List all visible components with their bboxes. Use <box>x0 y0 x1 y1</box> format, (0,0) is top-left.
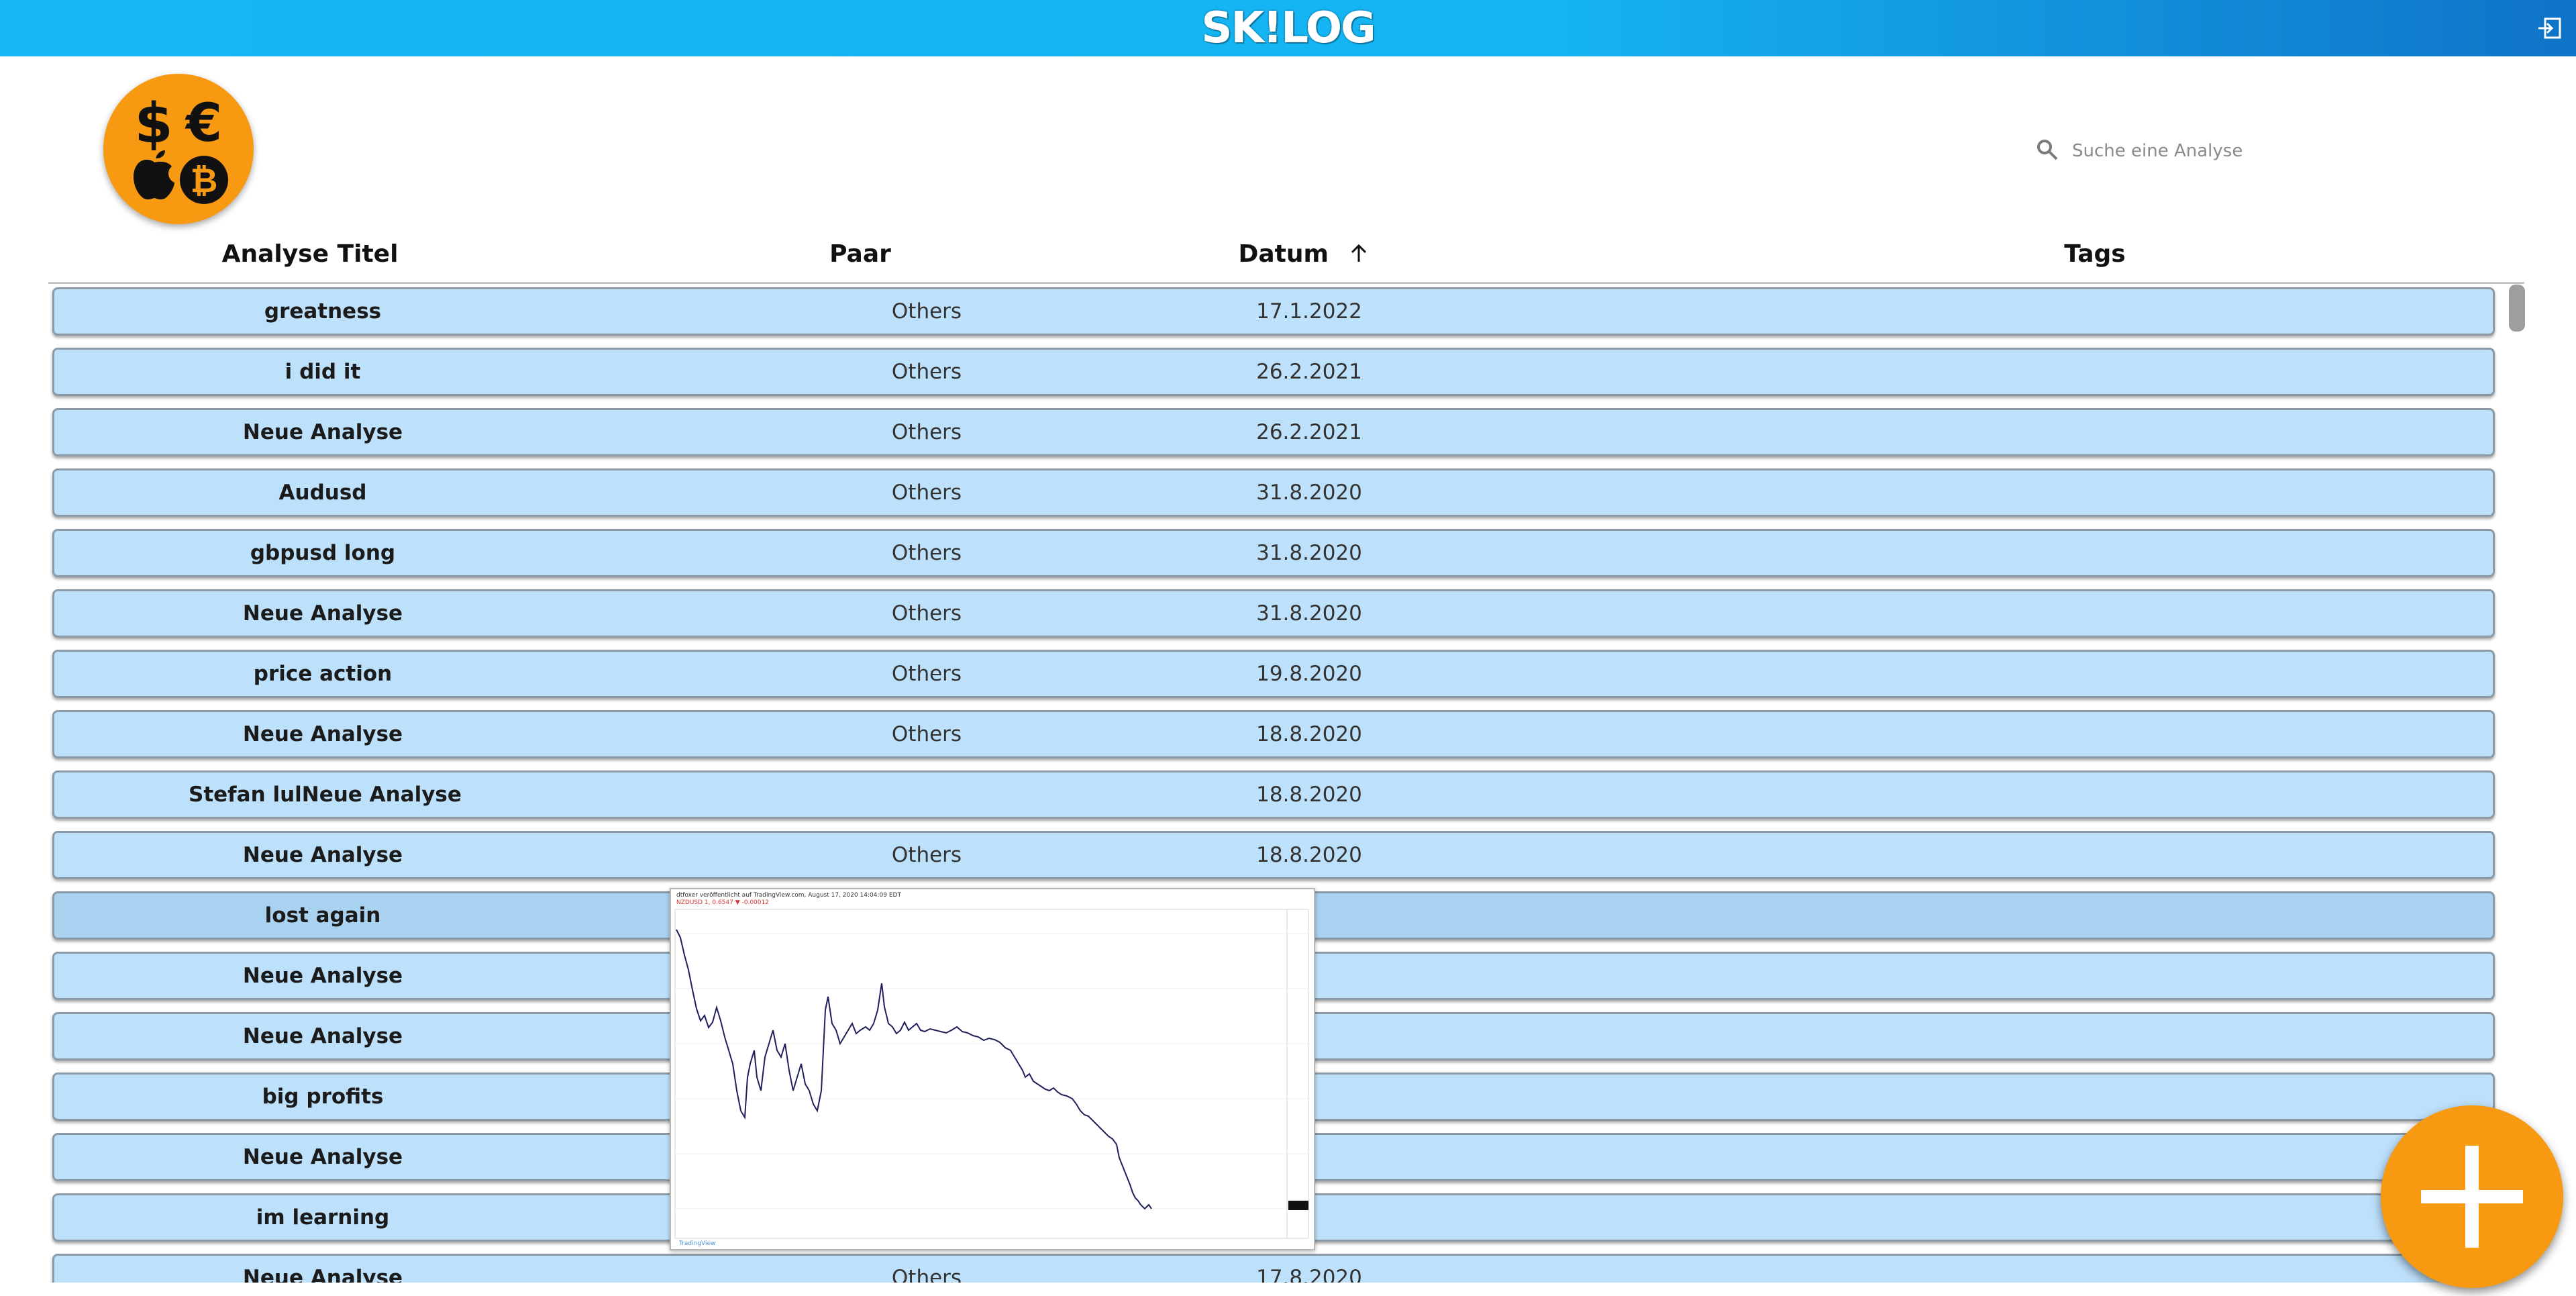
row-pair <box>786 772 1068 817</box>
row-date: 17.8.2020 <box>1256 1266 1362 1283</box>
row-title: lost again <box>264 903 381 928</box>
row-title: Audusd <box>278 481 367 505</box>
row-title: Neue Analyse <box>242 601 403 626</box>
table-row[interactable]: Neue Analyse Others 26.2.2021 <box>52 408 2495 456</box>
row-pair: Others <box>891 299 962 323</box>
row-pair: Others <box>891 662 962 686</box>
row-date: 26.2.2021 <box>1256 360 1362 384</box>
table-row[interactable]: Audusd Others 31.8.2020 <box>52 468 2495 517</box>
app-title: SK!LOG <box>1201 3 1376 53</box>
row-date: 31.8.2020 <box>1256 481 1362 505</box>
row-pair: Others <box>891 843 962 867</box>
row-title: price action <box>253 662 393 686</box>
table-row[interactable]: greatness Others 17.1.2022 <box>52 287 2495 336</box>
row-title: gbpusd long <box>250 541 396 565</box>
sort-arrow-up-icon[interactable] <box>1349 242 1368 269</box>
svg-text:€: € <box>185 93 222 154</box>
row-pair: Others <box>891 1266 962 1283</box>
row-date: 19.8.2020 <box>1256 662 1362 686</box>
search-input[interactable] <box>2071 136 2315 166</box>
row-title: Neue Analyse <box>242 420 403 444</box>
header-date-label: Datum <box>1238 240 1329 268</box>
row-date: 26.2.2021 <box>1256 420 1362 444</box>
plus-icon <box>2421 1146 2523 1248</box>
preview-footer: TradingView <box>678 1240 715 1247</box>
header-tags[interactable]: Tags <box>1920 240 2269 268</box>
row-title: Stefan lulNeue Analyse <box>189 783 462 807</box>
table-row[interactable]: Stefan lulNeue Analyse 18.8.2020 <box>52 770 2495 819</box>
header-pair[interactable]: Paar <box>719 240 1001 268</box>
svg-text:$: $ <box>134 92 172 156</box>
row-title: greatness <box>264 299 382 323</box>
row-title: Neue Analyse <box>242 1266 403 1283</box>
table-row[interactable]: Neue Analyse Others 18.8.2020 <box>52 710 2495 758</box>
row-title: i did it <box>285 360 361 384</box>
search-box[interactable] <box>2036 133 2318 169</box>
row-date: 31.8.2020 <box>1256 541 1362 565</box>
row-pair: Others <box>891 601 962 626</box>
row-title: Neue Analyse <box>242 1024 403 1048</box>
row-date: 18.8.2020 <box>1256 722 1362 746</box>
row-date: 18.8.2020 <box>1256 783 1362 807</box>
preview-price-chart: TradingView <box>674 909 1309 1247</box>
header-title[interactable]: Analyse Titel <box>169 240 451 268</box>
top-bar: SK!LOG <box>0 0 2576 56</box>
row-pair: Others <box>891 722 962 746</box>
search-icon <box>2036 138 2059 164</box>
svg-text:₿: ₿ <box>191 161 218 200</box>
row-date: 17.1.2022 <box>1256 299 1362 323</box>
row-title: Neue Analyse <box>242 722 403 746</box>
header-date[interactable]: Datum <box>1162 240 1444 269</box>
add-analysis-button[interactable] <box>2381 1105 2563 1288</box>
row-pair: Others <box>891 360 962 384</box>
table-row[interactable]: Neue Analyse Others 31.8.2020 <box>52 589 2495 638</box>
row-title: Neue Analyse <box>242 843 403 867</box>
row-pair: Others <box>891 481 962 505</box>
currency-logo-icon: $ € ₿ <box>103 74 254 224</box>
table-row[interactable]: price action Others 19.8.2020 <box>52 650 2495 698</box>
row-title: big profits <box>262 1085 384 1109</box>
list-scrollbar[interactable] <box>2509 285 2525 332</box>
table-row[interactable]: Neue Analyse Others 17.8.2020 <box>52 1254 2495 1283</box>
row-date: 31.8.2020 <box>1256 601 1362 626</box>
table-row[interactable]: Neue Analyse Others 18.8.2020 <box>52 831 2495 879</box>
row-title: im learning <box>256 1205 390 1230</box>
row-pair: Others <box>891 420 962 444</box>
chart-preview-tooltip: dtfoxer veröffentlicht auf TradingView.c… <box>670 888 1315 1250</box>
row-title: Neue Analyse <box>242 1145 403 1169</box>
logout-icon[interactable] <box>2537 16 2563 40</box>
row-pair: Others <box>891 541 962 565</box>
table-row[interactable]: gbpusd long Others 31.8.2020 <box>52 529 2495 577</box>
table-header: Analyse Titel Paar Datum Tags <box>48 235 2524 284</box>
table-row[interactable]: i did it Others 26.2.2021 <box>52 348 2495 396</box>
row-date: 18.8.2020 <box>1256 843 1362 867</box>
row-title: Neue Analyse <box>242 964 403 988</box>
